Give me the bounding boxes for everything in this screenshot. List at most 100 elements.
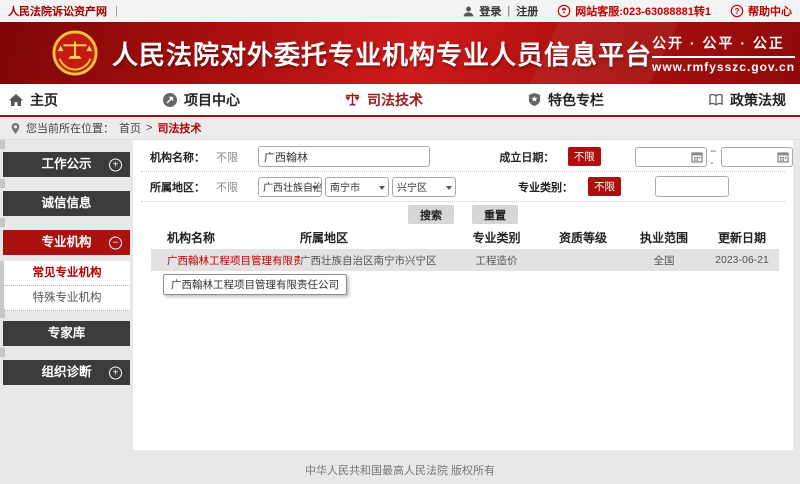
sidebar-item-label: 诚信信息 (41, 196, 91, 210)
home-icon (8, 92, 24, 108)
region-label: 所属地区： (150, 179, 214, 195)
sidebar-item-label: 特殊专业机构 (33, 292, 102, 304)
sidebar-item-expert-pool[interactable]: 专家库 (3, 321, 130, 346)
nav-label: 项目中心 (184, 90, 240, 110)
login-link[interactable]: 登录 (479, 3, 501, 19)
sidebar-item-special-orgs[interactable]: 特殊专业机构 (4, 286, 130, 311)
sidebar-item-label: 专家库 (48, 326, 86, 340)
breadcrumb: 您当前所在位置： 首页 > 司法技术 (0, 117, 800, 140)
court-emblem-logo (52, 30, 98, 76)
calendar-icon[interactable] (691, 151, 703, 163)
sidebar-item-label: 专业机构 (41, 235, 91, 249)
help-center-link[interactable]: 帮助中心 (748, 3, 792, 19)
region-unlimited[interactable]: 不限 (216, 179, 238, 195)
sidebar-item-label: 工作公示 (41, 157, 91, 171)
site-title: 人民法院对外委托专业机构专业人员信息平台 (112, 35, 652, 72)
district-select-value: 兴宁区 (397, 179, 427, 194)
sidebar: 工作公示 + 诚信信息 专业机构 − 常见专业机构 特殊专业机构 专家库 (0, 140, 130, 399)
breadcrumb-separator: > (146, 122, 152, 134)
help-icon: ? (730, 4, 744, 18)
breadcrumb-home-link[interactable]: 首页 (119, 120, 141, 136)
nav-label: 政策法规 (730, 90, 786, 110)
col-header-level: 资质等级 (543, 229, 623, 246)
org-date-cell: 2023-06-21 (705, 254, 779, 266)
copyright-text: 中华人民共和国最高人民法院 版权所有 (305, 462, 495, 478)
category-unlimited-button[interactable]: 不限 (588, 177, 621, 196)
calendar-icon[interactable] (777, 151, 789, 163)
main-area: 工作公示 + 诚信信息 专业机构 − 常见专业机构 特殊专业机构 专家库 (0, 140, 800, 455)
asset-site-link[interactable]: 人民法院诉讼资产网 (8, 3, 107, 19)
sidebar-item-work-publicity[interactable]: 工作公示 + (3, 152, 130, 177)
breadcrumb-current[interactable]: 司法技术 (157, 120, 201, 136)
breadcrumb-prefix: 您当前所在位置： (26, 120, 114, 136)
nav-label: 主页 (30, 90, 58, 110)
city-select[interactable]: 南宁市 (325, 177, 389, 197)
org-region-cell: 广西壮族自治区南宁市兴宁区 (300, 253, 450, 268)
search-form-row-1: 机构名称： 不限 成立日期： 不限 --- (133, 142, 793, 171)
nav-item-project-center[interactable]: 项目中心 (162, 90, 240, 110)
site-banner: 人民法院对外委托专业机构专业人员信息平台 公开 · 公平 · 公正 www.rm… (0, 22, 800, 84)
content-panel: 机构名称： 不限 成立日期： 不限 --- (133, 140, 793, 450)
nav-item-policies[interactable]: 政策法规 (708, 90, 786, 110)
district-select[interactable]: 兴宁区 (392, 177, 456, 197)
table-row[interactable]: 广西翰林工程项目管理有限责任... 广西壮族自治区南宁市兴宁区 工程造价 全国 … (151, 249, 779, 271)
form-actions: 搜索 重置 (133, 202, 793, 226)
table-header-row: 机构名称 所属地区 专业类别 资质等级 执业范围 更新日期 (151, 226, 779, 249)
user-icon (462, 5, 475, 18)
category-label: 专业类别： (518, 179, 582, 195)
city-select-value: 南宁市 (330, 179, 360, 194)
phone-icon (557, 4, 571, 18)
col-header-category: 专业类别 (450, 229, 543, 246)
date-unlimited-button[interactable]: 不限 (568, 147, 601, 166)
org-category-cell: 工程造价 (450, 253, 543, 268)
scales-icon (344, 91, 361, 108)
date-from-input[interactable] (635, 147, 707, 167)
reset-button[interactable]: 重置 (472, 205, 518, 224)
sidebar-item-professional-orgs[interactable]: 专业机构 − (3, 230, 130, 255)
col-header-org-name: 机构名称 (151, 229, 300, 246)
nav-label: 司法技术 (367, 90, 423, 110)
top-utility-bar: 人民法院诉讼资产网 | 登录 | 注册 网站客服:023-63088881转1 (0, 0, 800, 22)
hotline-text: 网站客服:023-63088881转1 (575, 3, 711, 19)
category-input[interactable] (655, 176, 729, 197)
svg-text:?: ? (735, 7, 740, 16)
province-select[interactable]: 广西壮族自治 (258, 177, 322, 197)
sidebar-item-integrity-info[interactable]: 诚信信息 (3, 191, 130, 216)
register-link[interactable]: 注册 (516, 3, 538, 19)
date-to-input[interactable] (721, 147, 793, 167)
expand-icon[interactable]: + (109, 158, 122, 171)
collapse-icon[interactable]: − (109, 236, 122, 249)
org-name-tooltip: 广西翰林工程项目管理有限责任公司 (163, 274, 347, 295)
shield-star-icon (527, 92, 542, 107)
nav-item-judicial-tech[interactable]: 司法技术 (344, 90, 423, 110)
search-button[interactable]: 搜索 (408, 205, 454, 224)
site-url: www.rmfysszc.gov.cn (652, 60, 795, 74)
sidebar-item-common-orgs[interactable]: 常见专业机构 (4, 261, 130, 286)
main-nav: 主页 项目中心 司法技术 特色专栏 政策法规 (0, 84, 800, 117)
book-icon (708, 92, 724, 108)
sidebar-item-org-diagnosis[interactable]: 组织诊断 + (3, 360, 130, 385)
col-header-date: 更新日期 (705, 229, 779, 246)
project-center-icon (162, 92, 178, 108)
nav-item-home[interactable]: 主页 (8, 90, 58, 110)
divider: | (115, 5, 118, 17)
divider: | (507, 5, 510, 17)
org-name-input[interactable] (258, 146, 430, 167)
nav-item-featured-column[interactable]: 特色专栏 (527, 90, 604, 110)
founding-date-label: 成立日期： (499, 149, 561, 165)
page-footer: 中华人民共和国最高人民法院 版权所有 (0, 455, 800, 484)
expand-icon[interactable]: + (109, 366, 122, 379)
org-name-unlimited[interactable]: 不限 (216, 149, 238, 165)
org-name-link[interactable]: 广西翰林工程项目管理有限责任... (151, 253, 300, 268)
col-header-region: 所属地区 (300, 229, 450, 246)
org-scope-cell: 全国 (623, 253, 705, 268)
chevron-down-icon (379, 186, 385, 190)
chevron-down-icon (446, 186, 452, 190)
sidebar-item-label: 组织诊断 (41, 365, 91, 379)
org-name-label: 机构名称： (150, 149, 214, 165)
nav-label: 特色专栏 (548, 90, 604, 110)
sidebar-item-label: 常见专业机构 (33, 267, 102, 279)
location-pin-icon (10, 122, 21, 135)
page: 人民法院诉讼资产网 | 登录 | 注册 网站客服:023-63088881转1 (0, 0, 800, 484)
slogan-text: 公开 · 公平 · 公正 (652, 33, 795, 58)
